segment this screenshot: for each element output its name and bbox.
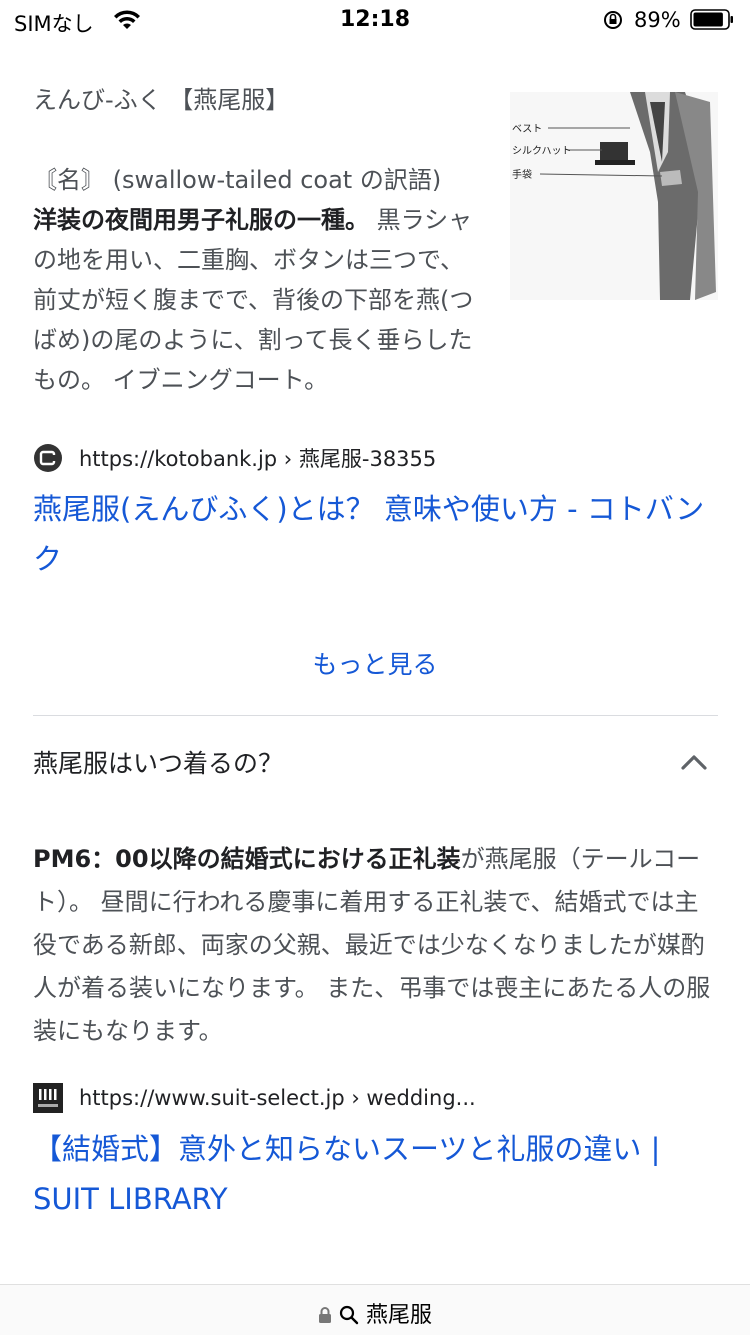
status-bar: SIMなし 12:18 89% bbox=[0, 0, 750, 42]
part-of-speech: 〘名〙 (swallow-tailed coat の訳語) bbox=[33, 166, 442, 194]
source-kotobank[interactable]: https://kotobank.jp › 燕尾服-38355 bbox=[33, 441, 436, 475]
dictionary-term: えんび-ふく 【燕尾服】 bbox=[33, 86, 290, 114]
search-icon bbox=[339, 1305, 359, 1325]
search-query: 燕尾服 bbox=[365, 1303, 432, 1328]
kotobank-result-link[interactable]: 燕尾服(えんびふく)とは？ 意味や使い方 - コトバンク bbox=[33, 484, 713, 584]
source-url: https://www.suit-select.jp › wedding... bbox=[79, 1086, 476, 1110]
faq-question[interactable]: 燕尾服はいつ着るの？ bbox=[33, 744, 283, 780]
address-bar[interactable]: 燕尾服 bbox=[0, 1284, 750, 1335]
suit-library-favicon bbox=[33, 1083, 63, 1113]
suit-library-result-link[interactable]: 【結婚式】意外と知らないスーツと礼服の違い | SUIT LIBRARY bbox=[33, 1124, 713, 1224]
faq-answer: PM6：00以降の結婚式における正礼装が燕尾服（テールコート）。 昼間に行われる… bbox=[33, 838, 719, 1053]
definition-text: 〘名〙 (swallow-tailed coat の訳語) 洋装の夜間用男子礼服… bbox=[33, 160, 693, 400]
faq-answer-text: が燕尾服（テールコート）。 昼間に行われる慶事に着用する正礼装で、結婚式では主役… bbox=[33, 845, 711, 1045]
source-url: https://kotobank.jp › 燕尾服-38355 bbox=[79, 447, 437, 471]
definition-bold: 洋装の夜間用男子礼服の一種。 bbox=[33, 206, 369, 234]
source-suit-select[interactable]: https://www.suit-select.jp › wedding... bbox=[33, 1081, 476, 1115]
divider bbox=[33, 715, 718, 716]
definition-body: 黒ラシャの地を用い、二重胸、ボタンは三つで、前丈が短く腹までで、背後の下部を燕(… bbox=[33, 206, 474, 394]
rotation-lock-icon bbox=[604, 11, 622, 29]
label-silk-hat: シルクハット bbox=[512, 145, 572, 157]
show-more-button[interactable]: もっと見る bbox=[0, 645, 750, 681]
lock-icon bbox=[318, 1307, 331, 1323]
chevron-up-icon[interactable] bbox=[680, 752, 708, 772]
kotobank-favicon bbox=[33, 443, 63, 473]
faq-answer-bold: PM6：00以降の結婚式における正礼装 bbox=[33, 845, 461, 873]
battery-icon bbox=[690, 9, 733, 30]
label-vest: ベスト bbox=[512, 123, 542, 135]
battery-percent: 89% bbox=[634, 8, 681, 32]
